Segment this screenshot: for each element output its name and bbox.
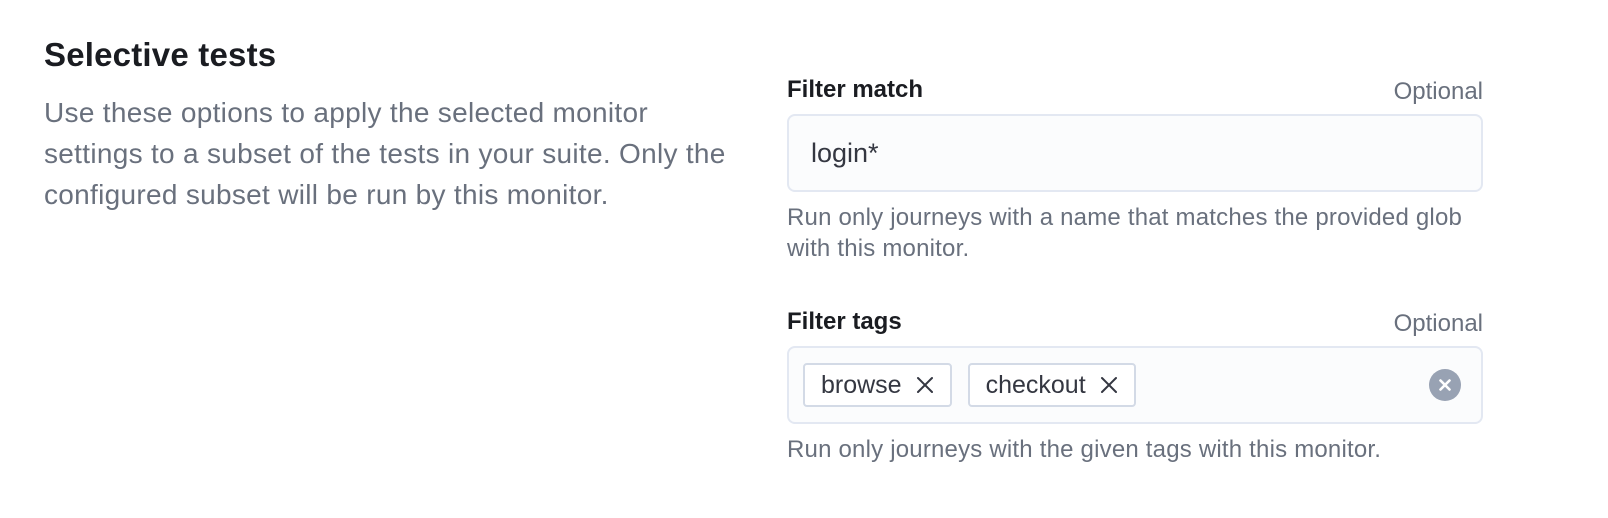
filter-match-label: Filter match [787, 76, 924, 103]
clear-circle-icon[interactable] [1429, 369, 1461, 401]
filter-tags-optional: Optional [1393, 310, 1483, 337]
filter-tags-label: Filter tags [787, 308, 902, 335]
filter-match-help: Run only journeys with a name that match… [787, 204, 1463, 262]
tag-pill-browse: browse [803, 363, 952, 407]
filter-tags-row: Filter tags Optional browse checkout Run… [787, 300, 1483, 465]
selective-tests-settings: Selective tests Use these options to app… [0, 0, 1608, 518]
filter-match-optional: Optional [1393, 78, 1483, 105]
tag-pill-checkout: checkout [967, 363, 1136, 407]
cross-icon[interactable] [1098, 374, 1120, 396]
filter-tags-label-line: Filter tags Optional [787, 300, 1483, 337]
section-title: Selective tests [44, 36, 277, 73]
filter-match-input[interactable] [787, 114, 1483, 192]
form-fields: Filter match Optional Run only journeys … [787, 68, 1483, 465]
section-description-panel: Selective tests Use these options to app… [44, 34, 734, 215]
filter-tags-help: Run only journeys with the given tags wi… [787, 436, 1382, 463]
section-description: Use these options to apply the selected … [44, 97, 726, 210]
cross-icon[interactable] [914, 374, 936, 396]
filter-match-label-line: Filter match Optional [787, 68, 1483, 105]
tag-pill-label: checkout [985, 370, 1086, 399]
tag-pill-label: browse [821, 370, 902, 399]
filter-match-row: Filter match Optional Run only journeys … [787, 68, 1483, 264]
filter-tags-combobox[interactable]: browse checkout [787, 346, 1483, 424]
